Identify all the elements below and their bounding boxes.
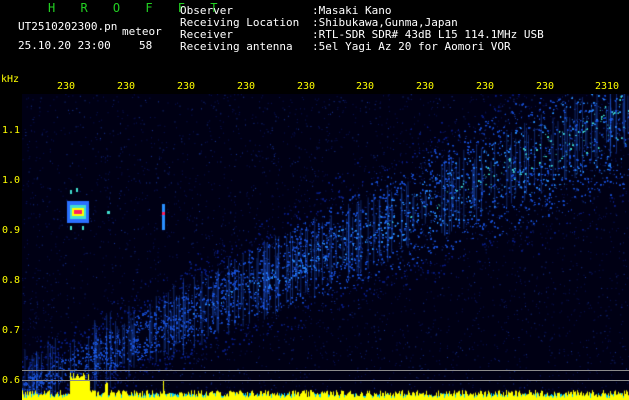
y-tick-label: 0.9 (2, 225, 21, 236)
y-tick-label: 0.6 (2, 375, 21, 386)
x-tick-label: 230 (476, 81, 495, 92)
x-tick-label: 230 (57, 81, 76, 92)
location-label: Receiving Location (180, 16, 300, 29)
filename-label: UT2510202300.pn (18, 20, 118, 33)
location-value: :Shibukawa,Gunma,Japan (312, 16, 458, 29)
y-tick-label: 1.0 (2, 175, 21, 186)
antenna-label: Receiving antenna (180, 40, 293, 53)
reference-line-upper (22, 370, 629, 371)
receiver-value: :RTL-SDR SDR# 43dB L15 114.1MHz USB (312, 28, 544, 41)
receiver-label: Receiver (180, 28, 233, 41)
observer-value: :Masaki Kano (312, 4, 392, 17)
x-tick-label: 230 (536, 81, 555, 92)
x-tick-label: 230 (117, 81, 136, 92)
y-tick-label: 1.1 (2, 125, 21, 136)
x-tick-label: 230 (297, 81, 316, 92)
signal-strength-bars (22, 94, 629, 400)
datetime-label: 25.10.20 23:00 (18, 39, 111, 52)
x-tick-label: 230 (356, 81, 375, 92)
x-tick-label: 230 (416, 81, 435, 92)
spectrogram-screen: H R O F F T UT2510202300.pn meteor 25.10… (0, 0, 629, 400)
y-tick-label: 0.8 (2, 275, 21, 286)
x-tick-label: 2310 (595, 81, 620, 92)
x-tick-label: 230 (237, 81, 256, 92)
spectrogram-plot (22, 94, 629, 400)
antenna-value: :5el Yagi Az 20 for Aomori VOR (312, 40, 511, 53)
y-axis-unit: kHz (1, 74, 20, 85)
y-tick-label: 0.7 (2, 325, 21, 336)
reference-line-lower (22, 380, 629, 381)
observer-label: Observer (180, 4, 233, 17)
count-label: 58 (139, 39, 153, 52)
mode-label: meteor (122, 25, 162, 38)
x-tick-label: 230 (177, 81, 196, 92)
